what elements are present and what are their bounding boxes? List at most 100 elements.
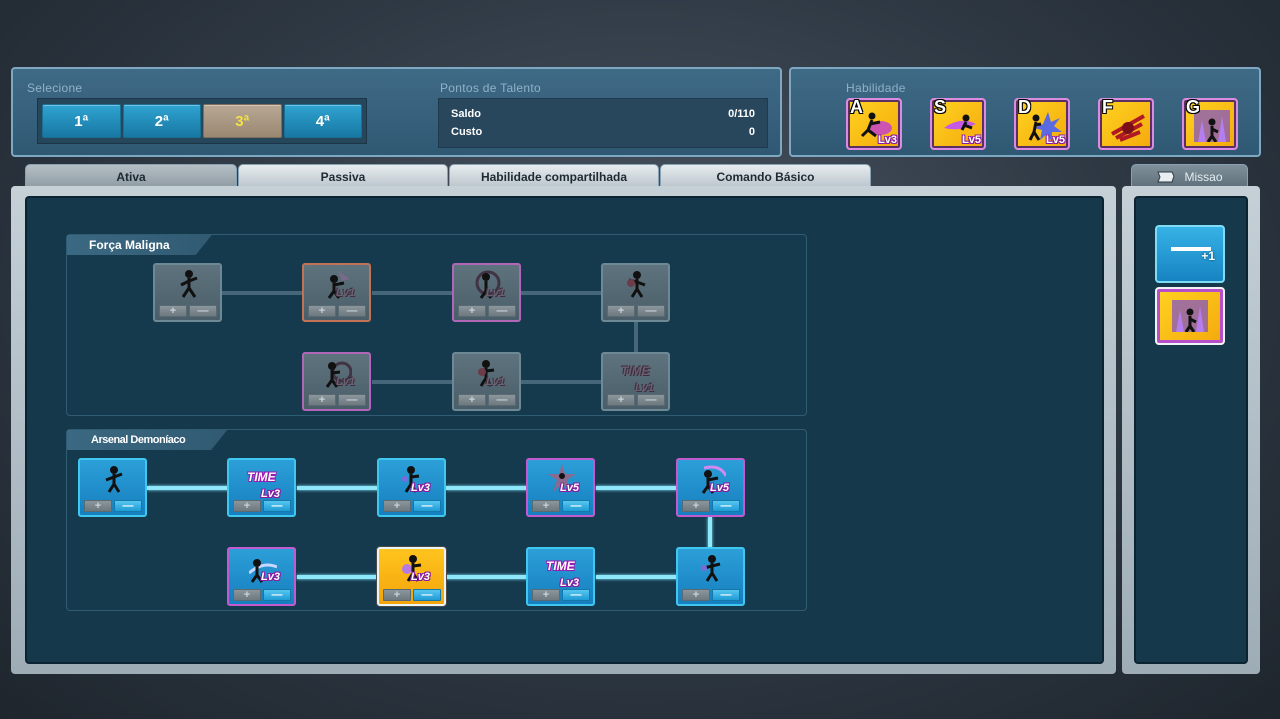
talent-node[interactable]: Lv1 + — <box>302 352 371 411</box>
talent-node[interactable]: TIME Lv3 + — <box>227 458 296 517</box>
remove-point-button[interactable]: — <box>263 500 291 512</box>
saldo-label: Saldo <box>451 108 481 120</box>
talent-node[interactable]: + — <box>153 263 222 322</box>
remove-point-button[interactable]: — <box>413 589 441 601</box>
add-point-button[interactable]: + <box>308 305 336 317</box>
custo-value: 0 <box>748 126 755 138</box>
talent-node-level: Lv1 <box>486 287 505 299</box>
custo-label: Custo <box>451 126 483 138</box>
talent-node-selected[interactable]: Lv3 + — <box>377 547 446 606</box>
add-point-button[interactable]: + <box>532 589 560 601</box>
remove-point-button[interactable]: — <box>712 500 740 512</box>
talent-node[interactable]: Lv3 + — <box>377 458 446 517</box>
talent-node[interactable]: Lv1 + — <box>452 352 521 411</box>
tab-passiva[interactable]: Passiva <box>238 164 448 188</box>
add-point-button[interactable]: + <box>532 500 560 512</box>
remove-point-button[interactable]: — <box>562 500 590 512</box>
remove-point-button[interactable]: — <box>488 394 516 406</box>
tree-connector-active <box>446 575 528 579</box>
talent-page-1-button[interactable]: 1ª <box>42 104 121 138</box>
add-point-button[interactable]: + <box>233 500 261 512</box>
talent-node[interactable]: Lv5 + — <box>526 458 595 517</box>
tree-connector <box>521 291 603 295</box>
mission-reward-badge: +1 <box>1201 249 1215 263</box>
skill-slot-f-key: F <box>1102 97 1113 117</box>
tree-forca-maligna: Força Maligna + — Lv1 + — Lv1 + — + — Lv… <box>66 234 807 416</box>
skill-slot-a[interactable]: A Lv3 <box>846 97 902 150</box>
skill-slot-g[interactable]: G <box>1182 97 1238 150</box>
remove-point-button[interactable]: — <box>637 305 665 317</box>
skill-slot-s[interactable]: S Lv5 <box>930 97 986 150</box>
mission-reward-item[interactable]: +1 <box>1155 225 1225 283</box>
tree-connector <box>372 380 454 384</box>
talent-node[interactable]: Lv1 + — <box>302 263 371 322</box>
talent-tree-area: Força Maligna + — Lv1 + — Lv1 + — + — Lv… <box>25 196 1104 664</box>
skill-slot-s-level: Lv5 <box>962 134 981 146</box>
tree-connector-active <box>297 575 379 579</box>
add-point-button[interactable]: + <box>383 500 411 512</box>
tree-arsenal-demoniaco-title: Arsenal Demoníaco <box>67 430 227 450</box>
talent-header-panel: Selecione 1ª 2ª 3ª 4ª Pontos de Talento … <box>11 67 782 157</box>
skill-slot-d-key: D <box>1018 97 1031 117</box>
skill-slot-f[interactable]: F <box>1098 97 1154 150</box>
tab-comando-basico[interactable]: Comando Básico <box>660 164 871 188</box>
selecione-label: Selecione <box>27 81 83 95</box>
talent-node[interactable]: + — <box>78 458 147 517</box>
add-point-button[interactable]: + <box>383 589 411 601</box>
talent-node[interactable]: + — <box>601 263 670 322</box>
mission-panel-frame: +1 <box>1122 186 1260 674</box>
tree-connector-active <box>297 486 379 490</box>
add-point-button[interactable]: + <box>159 305 187 317</box>
skill-slot-a-level: Lv3 <box>878 134 897 146</box>
remove-point-button[interactable]: — <box>562 589 590 601</box>
remove-point-button[interactable]: — <box>263 589 291 601</box>
talent-node[interactable]: Lv3 + — <box>227 547 296 606</box>
talent-node[interactable]: TIME Lv1 + — <box>601 352 670 411</box>
add-point-button[interactable]: + <box>233 589 261 601</box>
talent-tree-frame: Força Maligna + — Lv1 + — Lv1 + — + — Lv… <box>11 186 1116 674</box>
saldo-value: 0/110 <box>728 108 755 120</box>
add-point-button[interactable]: + <box>458 305 486 317</box>
tree-connector-active <box>147 486 229 490</box>
remove-point-button[interactable]: — <box>712 589 740 601</box>
remove-point-button[interactable]: — <box>189 305 217 317</box>
tree-connector <box>521 380 603 384</box>
add-point-button[interactable]: + <box>458 394 486 406</box>
tree-connector-active <box>708 517 712 549</box>
talent-node-time-label: TIME <box>621 364 650 378</box>
talent-page-3-button[interactable]: 3ª <box>203 104 282 138</box>
talent-page-2-button[interactable]: 2ª <box>122 104 201 138</box>
skill-slot-g-key: G <box>1186 97 1201 117</box>
add-point-button[interactable]: + <box>84 500 112 512</box>
stickman-icon <box>105 466 123 493</box>
add-point-button[interactable]: + <box>607 305 635 317</box>
talent-node-time-label: TIME <box>247 470 276 484</box>
tab-habilidade-compartilhada[interactable]: Habilidade compartilhada <box>449 164 659 188</box>
add-point-button[interactable]: + <box>682 500 710 512</box>
add-point-button[interactable]: + <box>308 394 336 406</box>
skill-slot-d[interactable]: D Lv5 <box>1014 97 1070 150</box>
talent-node[interactable]: Lv5 + — <box>676 458 745 517</box>
remove-point-button[interactable]: — <box>637 394 665 406</box>
add-point-button[interactable]: + <box>682 589 710 601</box>
talent-node-level: Lv3 <box>261 488 280 500</box>
talent-node-level: Lv5 <box>710 482 729 494</box>
talent-node[interactable]: TIME Lv3 + — <box>526 547 595 606</box>
remove-point-button[interactable]: — <box>338 305 366 317</box>
stickman-strike-icon <box>627 271 646 298</box>
remove-point-button[interactable]: — <box>413 500 441 512</box>
talent-node-level: Lv5 <box>560 482 579 494</box>
tab-ativa[interactable]: Ativa <box>25 164 237 188</box>
purple-aura-skill-icon <box>1172 300 1208 332</box>
remove-point-button[interactable]: — <box>114 500 142 512</box>
add-point-button[interactable]: + <box>607 394 635 406</box>
tree-forca-maligna-title: Força Maligna <box>67 235 212 255</box>
talent-node[interactable]: + — <box>676 547 745 606</box>
talent-node[interactable]: Lv1 + — <box>452 263 521 322</box>
remove-point-button[interactable]: — <box>338 394 366 406</box>
mission-skill-item[interactable] <box>1155 287 1225 345</box>
talent-node-level: Lv3 <box>261 571 280 583</box>
talent-node-level: Lv1 <box>336 287 355 299</box>
remove-point-button[interactable]: — <box>488 305 516 317</box>
talent-page-4-button[interactable]: 4ª <box>283 104 362 138</box>
